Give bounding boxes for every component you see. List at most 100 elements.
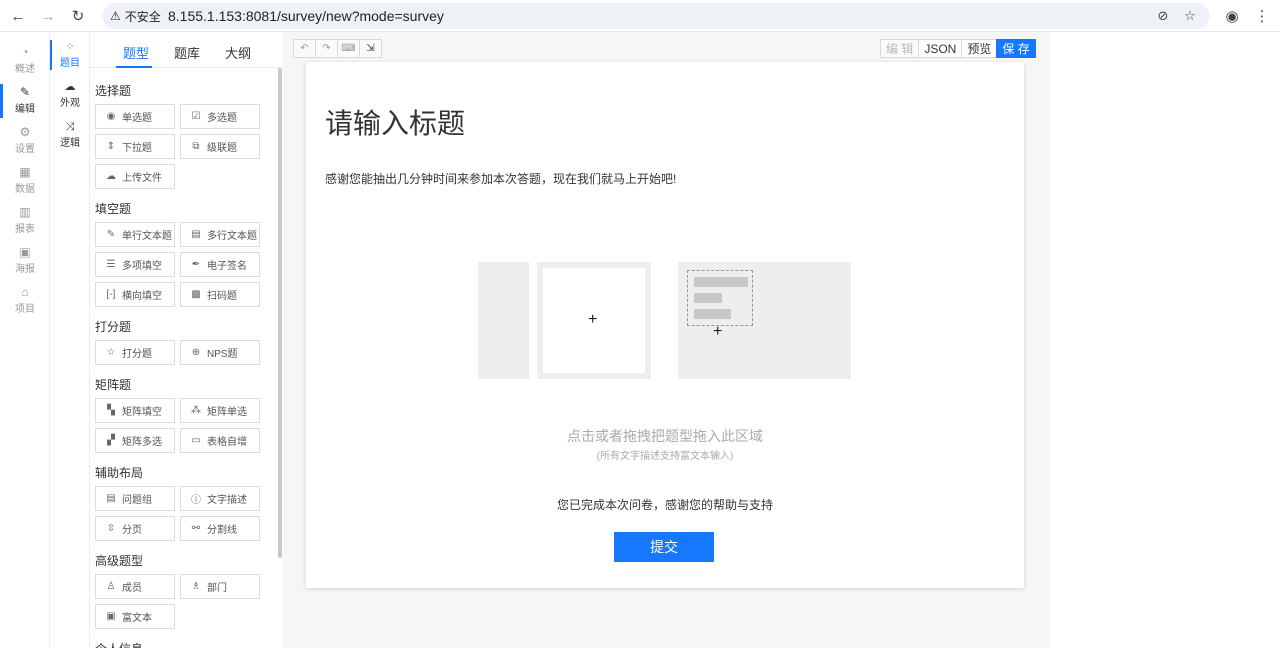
nav-data[interactable]: ▦ 数据 — [0, 162, 50, 198]
reload-button[interactable]: ↻ — [68, 6, 88, 26]
edit-icon: ✎ — [19, 85, 31, 99]
drop-illustration-page-inner: + — [543, 268, 645, 373]
save-button[interactable]: 保 存 — [996, 39, 1036, 58]
qtype-single-choice[interactable]: ◉ 单选题 — [95, 104, 175, 129]
qtype-multi-line[interactable]: ▤ 多行文本题 — [180, 222, 260, 247]
qtype-label: 打分题 — [122, 349, 152, 360]
qtype-label: 多选题 — [207, 113, 237, 124]
subnav-logic[interactable]: ⤨ 逻辑 — [50, 117, 90, 153]
undo-icon[interactable]: ↶ — [293, 39, 316, 58]
qtype-signature[interactable]: ✒ 电子签名 — [180, 252, 260, 277]
url-text[interactable]: 8.155.1.153:8081/survey/new?mode=survey — [168, 8, 444, 24]
qtype-matrix-check[interactable]: ▞ 矩阵多选 — [95, 428, 175, 453]
subnav-appearance[interactable]: ☁ 外观 — [50, 77, 90, 113]
nps-icon: ⊕ — [191, 347, 201, 358]
nav-label: 报表 — [15, 224, 35, 235]
qtype-table-add[interactable]: ▭ 表格自增 — [180, 428, 260, 453]
subnav-label: 外观 — [60, 98, 80, 109]
ghost-bar — [694, 277, 748, 287]
qtype-page-break[interactable]: ⇳ 分页 — [95, 516, 175, 541]
qtype-label: 分页 — [122, 525, 142, 536]
divider-icon: ⚯ — [191, 523, 201, 534]
tab-question-types[interactable]: 题型 — [123, 43, 149, 62]
cascade-icon: ⧉ — [192, 141, 200, 152]
qtype-text-desc[interactable]: ⓘ 文字描述 — [180, 486, 260, 511]
qtype-label: 上传文件 — [122, 173, 162, 184]
drag-ghost-box — [687, 270, 753, 326]
qtype-nps[interactable]: ⊕ NPS题 — [180, 340, 260, 365]
address-bar[interactable]: ⚠ 不安全 8.155.1.153:8081/survey/new?mode=s… — [102, 3, 1210, 29]
nav-label: 设置 — [15, 144, 35, 155]
qtype-upload[interactable]: ☁ 上传文件 — [95, 164, 175, 189]
nav-poster[interactable]: ▣ 海报 — [0, 242, 50, 278]
json-button[interactable]: JSON — [918, 39, 963, 58]
security-indicator[interactable]: ⚠ 不安全 — [110, 7, 161, 25]
menu-icon[interactable]: ⋮ — [1252, 6, 1272, 26]
qtype-multi-choice[interactable]: ☑ 多选题 — [180, 104, 260, 129]
nav-edit[interactable]: ✎ 编辑 — [0, 82, 50, 118]
matrix-icon: ▚ — [107, 405, 115, 416]
qtype-label: 单选题 — [122, 113, 152, 124]
edit-button[interactable]: 编 辑 — [880, 39, 920, 58]
preview-button[interactable]: 预览 — [961, 39, 998, 58]
nav-report[interactable]: ▥ 报表 — [0, 202, 50, 238]
bookmark-star-icon[interactable]: ☆ — [1181, 7, 1199, 25]
ghost-bar — [694, 293, 722, 303]
nav-project[interactable]: ⌂ 项目 — [0, 282, 50, 318]
drop-illustration-page[interactable]: + — [537, 262, 651, 379]
submit-button[interactable]: 提交 — [614, 532, 714, 562]
back-button[interactable]: ← — [8, 6, 28, 26]
panel-scrollbar[interactable] — [278, 68, 282, 558]
star-icon: ☆ — [106, 347, 116, 358]
warning-icon: ⚠ — [110, 9, 121, 23]
qtype-question-group[interactable]: ▤ 问题组 — [95, 486, 175, 511]
pencil-icon: ✎ — [106, 229, 116, 240]
qtype-label: 级联题 — [207, 143, 237, 154]
browser-toolbar: ← → ↻ ⚠ 不安全 8.155.1.153:8081/survey/new?… — [0, 0, 1280, 32]
checkbox-icon: ☑ — [191, 111, 201, 122]
subnav-questions[interactable]: ⁘ 题目 — [50, 37, 90, 73]
qtype-department[interactable]: ♗ 部门 — [180, 574, 260, 599]
qtype-horizontal-fill[interactable]: [-] 横向填空 — [95, 282, 175, 307]
qtype-rich-text[interactable]: ▣ 富文本 — [95, 604, 175, 629]
qtype-multi-blank[interactable]: ☰ 多项填空 — [95, 252, 175, 277]
table-icon: ▦ — [19, 165, 31, 179]
qtype-label: 分割线 — [207, 525, 237, 536]
qtype-matrix-fill[interactable]: ▚ 矩阵填空 — [95, 398, 175, 423]
qtype-rating[interactable]: ☆ 打分题 — [95, 340, 175, 365]
qtype-single-line[interactable]: ✎ 单行文本题 — [95, 222, 175, 247]
subnav-label: 逻辑 — [60, 138, 80, 149]
editor-toolbar: ↶ ↷ ⌨ ⇲ — [293, 39, 382, 58]
qtype-scan[interactable]: ▩ 扫码题 — [180, 282, 260, 307]
table-add-icon: ▭ — [191, 435, 201, 446]
eye-off-icon[interactable]: ⊘ — [1154, 7, 1172, 25]
qtype-label: 多项填空 — [122, 261, 162, 272]
gear-icon: ⚙ — [19, 125, 31, 139]
qtype-divider[interactable]: ⚯ 分割线 — [180, 516, 260, 541]
finish-text[interactable]: 您已完成本次问卷，感谢您的帮助与支持 — [306, 496, 1024, 513]
org-icon: ♗ — [191, 581, 201, 592]
survey-title[interactable]: 请输入标题 — [325, 102, 465, 142]
nav-settings[interactable]: ⚙ 设置 — [0, 122, 50, 158]
nav-label: 编辑 — [15, 104, 35, 115]
drop-illustration-drag[interactable]: + — [678, 262, 851, 379]
drop-illustration-left — [478, 262, 529, 379]
redo-icon[interactable]: ↷ — [315, 39, 338, 58]
tab-question-bank[interactable]: 题库 — [174, 43, 200, 62]
export-icon[interactable]: ⇲ — [359, 39, 382, 58]
forward-button[interactable]: → — [38, 6, 58, 26]
group-title-matrix: 矩阵题 — [95, 378, 132, 392]
qtype-dropdown[interactable]: ⇕ 下拉题 — [95, 134, 175, 159]
qtype-cascade[interactable]: ⧉ 级联题 — [180, 134, 260, 159]
richtext-icon: ▣ — [106, 611, 116, 622]
keyboard-icon[interactable]: ⌨ — [337, 39, 360, 58]
info-icon: ⓘ — [191, 495, 201, 506]
editor-actions: 编 辑 JSON 预览 保 存 — [880, 39, 1036, 58]
qtype-matrix-radio[interactable]: ⁂ 矩阵单选 — [180, 398, 260, 423]
survey-description[interactable]: 感谢您能抽出几分钟时间来参加本次答题，现在我们就马上开始吧! — [325, 170, 676, 187]
tab-outline[interactable]: 大纲 — [225, 43, 251, 62]
qtype-member[interactable]: ♙ 成员 — [95, 574, 175, 599]
profile-icon[interactable]: ◉ — [1222, 6, 1242, 26]
nav-label: 概述 — [15, 64, 35, 75]
nav-overview[interactable]: ◔ 概述 — [0, 42, 50, 78]
